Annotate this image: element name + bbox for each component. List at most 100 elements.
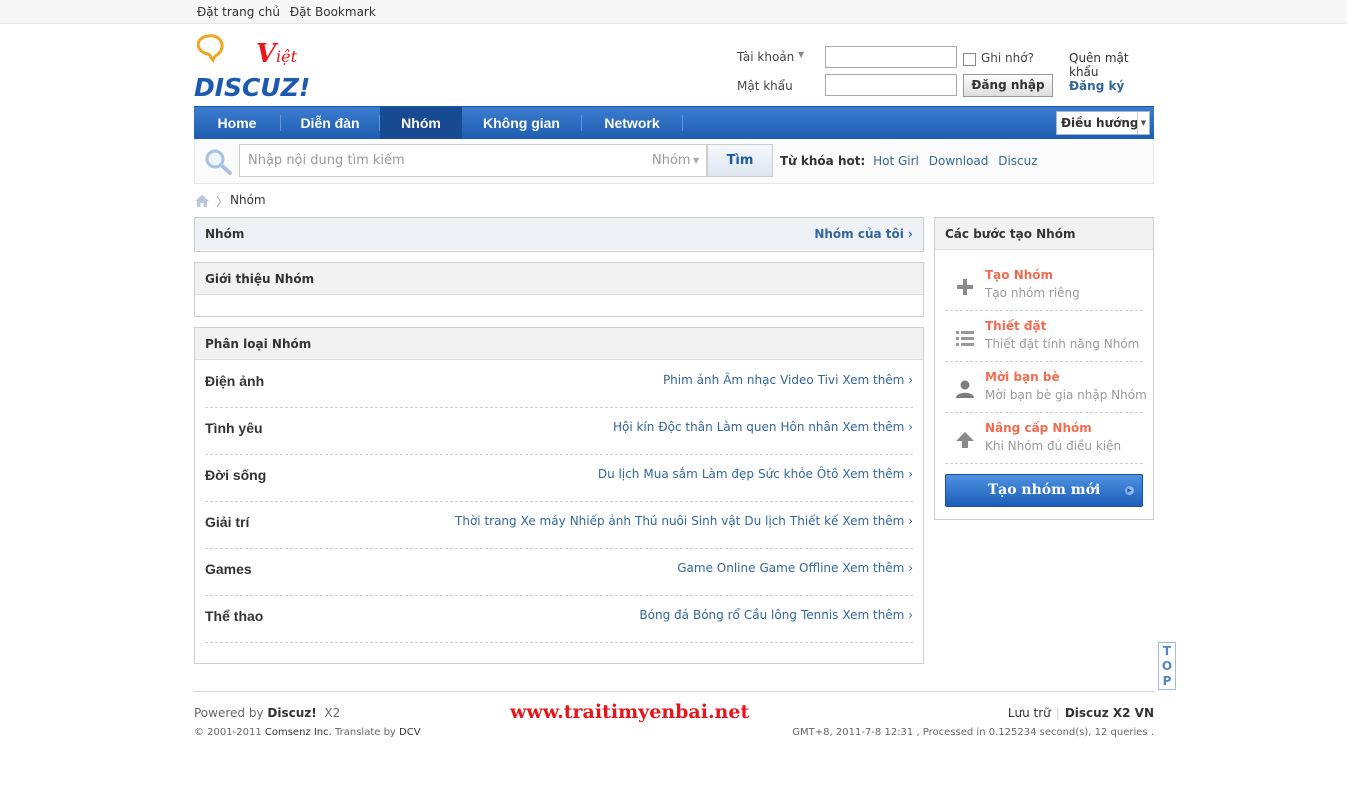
search-button[interactable]: Tìm <box>707 144 773 177</box>
subcategory-link[interactable]: Làm quen <box>717 420 777 434</box>
step-create-group[interactable]: Tạo Nhóm Tạo nhóm riêng <box>945 260 1143 311</box>
step-desc: Mời bạn bè gia nhập Nhóm <box>985 388 1147 402</box>
category-name[interactable]: Thể thao <box>205 608 263 624</box>
subcategory-link[interactable]: Du lịch <box>598 467 640 481</box>
step-settings[interactable]: Thiết đặt Thiết đặt tính năng Nhóm <box>945 311 1143 362</box>
home-icon[interactable] <box>194 194 210 208</box>
hot-keywords: Từ khóa hot: Hot Girl Download Discuz <box>780 154 1044 168</box>
back-to-top-button[interactable]: T O P <box>1158 642 1176 690</box>
category-name[interactable]: Giải trí <box>205 514 249 530</box>
subcategory-link[interactable]: Game Online <box>677 561 755 575</box>
subcategory-link[interactable]: Bóng rổ <box>693 608 740 622</box>
password-input[interactable] <box>825 74 957 96</box>
category-name[interactable]: Games <box>205 561 252 577</box>
category-name[interactable]: Tình yêu <box>205 420 263 436</box>
site-logo[interactable]: V iệt DISCUZ! <box>194 34 324 102</box>
nav-space[interactable]: Không gian <box>462 107 581 139</box>
see-more-link[interactable]: Xem thêm › <box>842 514 913 528</box>
subcategory-link[interactable]: Hội kín <box>613 420 654 434</box>
search-input[interactable]: Nhập nội dung tìm kiếm Nhóm ▼ <box>239 144 707 177</box>
set-homepage-link[interactable]: Đặt trang chủ <box>197 5 280 19</box>
subcategory-link[interactable]: Thiết kế <box>790 514 839 528</box>
category-row: Tình yêu Hội kín Độc thân Làm quen Hôn nhân X… <box>205 408 913 455</box>
subcategory-link[interactable]: Cầu lông <box>744 608 797 622</box>
translator-link[interactable]: DCV <box>399 727 421 738</box>
step-desc: Thiết đặt tính năng Nhóm <box>985 337 1140 351</box>
hot-keyword-link[interactable]: Download <box>929 154 989 168</box>
discuz-logo-icon: V iệt DISCUZ! <box>194 34 310 102</box>
arrow-up-icon <box>956 432 974 448</box>
see-more-link[interactable]: Xem thêm › <box>842 373 913 387</box>
subcategory-link[interactable]: Du lịch <box>744 514 786 528</box>
archive-link[interactable]: Lưu trữ <box>1008 706 1051 720</box>
bookmark-link[interactable]: Đặt Bookmark <box>290 5 376 19</box>
remember-checkbox[interactable] <box>963 53 976 66</box>
subcategory-link[interactable]: Nhiếp ảnh <box>570 514 631 528</box>
see-more-link[interactable]: Xem thêm › <box>842 561 913 575</box>
category-links: Bóng đá Bóng rổ Cầu lông Tennis Xem thêm › <box>635 608 913 622</box>
plus-icon <box>957 279 973 295</box>
nav-home[interactable]: Home <box>194 107 280 139</box>
chevron-down-icon[interactable]: ▼ <box>693 153 699 169</box>
subcategory-link[interactable]: Thú nuôi <box>635 514 687 528</box>
search-scope-select[interactable]: Nhóm <box>652 153 691 168</box>
nav-network[interactable]: Network <box>582 107 682 139</box>
forgot-password-link[interactable]: Quên mật khẩu <box>1069 51 1157 79</box>
login-button[interactable]: Đăng nhập <box>963 74 1053 97</box>
category-name[interactable]: Điện ảnh <box>205 373 264 389</box>
subcategory-link[interactable]: Tivi <box>818 373 839 387</box>
subcategory-link[interactable]: Phim ảnh <box>663 373 719 387</box>
nav-forum[interactable]: Diễn đàn <box>281 107 379 139</box>
step-title[interactable]: Mời bạn bè <box>985 370 1060 384</box>
subcategory-link[interactable]: Hôn nhân <box>780 420 838 434</box>
subcategory-link[interactable]: Tennis <box>801 608 838 622</box>
subcategory-link[interactable]: Thời trang <box>455 514 517 528</box>
nav-groups[interactable]: Nhóm <box>380 107 462 139</box>
step-title[interactable]: Tạo Nhóm <box>985 268 1053 282</box>
register-link[interactable]: Đăng ký <box>1069 79 1124 93</box>
category-links: Game Online Game Offline Xem thêm › <box>673 561 913 575</box>
step-title[interactable]: Thiết đặt <box>985 319 1046 333</box>
powered-brand-link[interactable]: Discuz! <box>267 706 316 720</box>
category-row: Đời sống Du lịch Mua sắm Làm đẹp Sức khỏe Ôtô… <box>205 455 913 502</box>
subcategory-link[interactable]: Mua sắm <box>643 467 697 481</box>
subcategory-link[interactable]: Ôtô <box>817 467 839 481</box>
hot-keywords-label: Từ khóa hot: <box>780 154 866 168</box>
top-bar: Đặt trang chủ Đặt Bookmark <box>0 0 1347 24</box>
main-nav: Home Diễn đàn Nhóm Không gian Network Đi… <box>194 106 1154 139</box>
quick-nav-dropdown[interactable]: Điều hướng ▼ <box>1056 111 1150 135</box>
subcategory-link[interactable]: Video <box>780 373 814 387</box>
see-more-link[interactable]: Xem thêm › <box>842 420 913 434</box>
subcategory-link[interactable]: Game Offline <box>760 561 839 575</box>
step-title[interactable]: Nâng cấp Nhóm <box>985 421 1092 435</box>
subcategory-link[interactable]: Sức khỏe <box>758 467 813 481</box>
step-upgrade-group[interactable]: Nâng cấp Nhóm Khi Nhóm đủ điều kiện <box>945 413 1143 464</box>
subcategory-link[interactable]: Bóng đá <box>639 608 689 622</box>
category-links: Hội kín Độc thân Làm quen Hôn nhân Xem thêm … <box>609 420 913 434</box>
step-invite-friends[interactable]: Mời bạn bè Mời bạn bè gia nhập Nhóm <box>945 362 1147 413</box>
category-row: Giải trí Thời trang Xe máy Nhiếp ảnh Thú nuô… <box>205 502 913 549</box>
subcategory-link[interactable]: Xe máy <box>521 514 566 528</box>
subcategory-link[interactable]: Độc thân <box>658 420 712 434</box>
my-groups-link[interactable]: Nhóm của tôi › <box>814 218 913 250</box>
hot-keyword-link[interactable]: Hot Girl <box>873 154 919 168</box>
copyright: © 2001-2011 Comsenz Inc. Translate by DC… <box>194 727 421 738</box>
list-icon <box>956 331 974 346</box>
account-type-arrow-icon[interactable]: ▼ <box>798 50 804 59</box>
category-name[interactable]: Đời sống <box>205 467 266 483</box>
company-link[interactable]: Comsenz Inc. <box>265 727 332 738</box>
edition-link[interactable]: Discuz X2 VN <box>1065 706 1154 720</box>
user-icon <box>956 380 974 398</box>
create-group-button[interactable]: Tạo nhóm mới ▶ <box>945 474 1143 507</box>
categories-header: Phân loại Nhóm <box>195 328 923 360</box>
username-input[interactable] <box>825 46 957 68</box>
subcategory-link[interactable]: Sinh vật <box>691 514 740 528</box>
see-more-link[interactable]: Xem thêm › <box>842 608 913 622</box>
hot-keyword-link[interactable]: Discuz <box>998 154 1037 168</box>
category-row: Điện ảnh Phim ảnh Âm nhạc Video Tivi Xem thêm… <box>205 361 913 408</box>
subcategory-link[interactable]: Âm nhạc <box>723 373 776 387</box>
subcategory-link[interactable]: Làm đẹp <box>702 467 754 481</box>
category-row: Games Game Online Game Offline Xem thêm › <box>205 549 913 596</box>
see-more-link[interactable]: Xem thêm › <box>842 467 913 481</box>
translate-prefix: Translate by <box>335 727 396 738</box>
